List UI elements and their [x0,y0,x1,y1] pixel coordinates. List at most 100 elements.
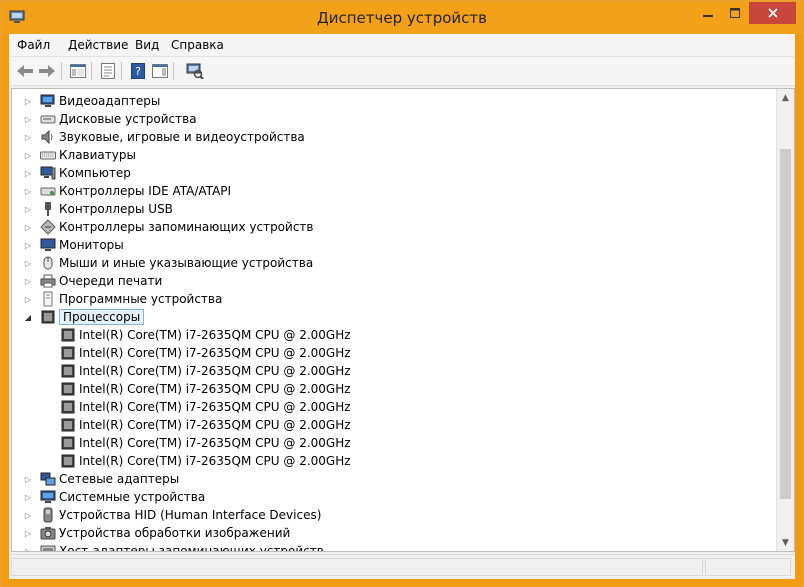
tree-item-display-adapters[interactable]: ▷ Видеоадаптеры [25,92,160,110]
expand-arrow-icon[interactable]: ▷ [24,187,32,196]
expand-arrow-icon[interactable]: ▷ [24,277,32,286]
properties-icon [101,63,115,79]
processor-item[interactable]: Intel(R) Core(TM) i7-2635QM CPU @ 2.00GH… [60,380,351,398]
processor-label: Intel(R) Core(TM) i7-2635QM CPU @ 2.00GH… [79,454,351,468]
menu-view[interactable]: Вид [135,38,159,52]
expand-arrow-icon[interactable]: ▷ [24,133,32,142]
scan-hardware-button[interactable] [185,62,205,80]
collapse-arrow-icon[interactable]: ◢ [24,313,32,322]
expand-arrow-icon[interactable]: ▷ [24,259,32,268]
usb-icon [40,201,56,217]
expand-arrow-icon[interactable]: ▷ [24,529,32,538]
expand-arrow-icon[interactable]: ▷ [24,169,32,178]
toolbar-separator [91,62,92,80]
tree-item-imaging-devices[interactable]: ▷ Устройства обработки изображений [25,524,291,542]
properties-button[interactable] [98,62,118,80]
expand-arrow-icon[interactable]: ▷ [24,295,32,304]
device-tree[interactable]: ▷ Видеоадаптеры ▷ Дисковые устройства ▷ … [11,88,795,552]
tree-item-sound-devices[interactable]: ▷ Звуковые, игровые и видеоустройства [25,128,305,146]
tree-item-hid[interactable]: ▷ Устройства HID (Human Interface Device… [25,506,321,524]
processor-label: Intel(R) Core(TM) i7-2635QM CPU @ 2.00GH… [79,418,351,432]
maximize-button[interactable] [722,2,748,24]
processor-icon [60,417,76,433]
tree-item-disk-drives[interactable]: ▷ Дисковые устройства [25,110,197,128]
client-area: Файл Действие Вид Справка ? ▷ Видеоадапт… [9,34,795,579]
back-button[interactable] [15,62,35,80]
tree-item-label: Звуковые, игровые и видеоустройства [59,130,305,144]
show-hide-console-tree-button[interactable] [68,62,88,80]
expand-arrow-icon[interactable]: ▷ [24,205,32,214]
close-icon [767,8,778,18]
speaker-icon [40,129,56,145]
processor-label: Intel(R) Core(TM) i7-2635QM CPU @ 2.00GH… [79,382,351,396]
status-bar [9,554,795,579]
action-pane-button[interactable] [150,62,170,80]
forward-button[interactable] [37,62,57,80]
menu-help[interactable]: Справка [171,38,224,52]
processor-item[interactable]: Intel(R) Core(TM) i7-2635QM CPU @ 2.00GH… [60,398,351,416]
hid-icon [40,507,56,523]
tree-item-computer[interactable]: ▷ Компьютер [25,164,131,182]
tree-item-label: Устройства обработки изображений [59,526,291,540]
expand-arrow-icon[interactable]: ▷ [24,223,32,232]
tree-item-storage-controllers[interactable]: ▷ Контроллеры запоминающих устройств [25,218,313,236]
monitor-icon [40,237,56,253]
tree-item-ide-controllers[interactable]: ▷ Контроллеры IDE ATA/ATAPI [25,182,231,200]
processor-item[interactable]: Intel(R) Core(TM) i7-2635QM CPU @ 2.00GH… [60,344,351,362]
scroll-down-icon[interactable]: ▼ [777,534,794,551]
processor-icon [60,453,76,469]
expand-arrow-icon[interactable]: ▷ [24,241,32,250]
computer-icon [40,165,56,181]
tree-item-print-queues[interactable]: ▷ Очереди печати [25,272,162,290]
processor-icon [60,363,76,379]
processor-label: Intel(R) Core(TM) i7-2635QM CPU @ 2.00GH… [79,436,351,450]
network-adapter-icon [40,471,56,487]
tree-item-software-devices[interactable]: ▷ Программные устройства [25,290,222,308]
title-bar[interactable]: Диспетчер устройств [1,1,803,34]
tree-item-mice[interactable]: ▷ Мыши и иные указывающие устройства [25,254,314,272]
expand-arrow-icon[interactable]: ▷ [24,547,32,552]
processor-item[interactable]: Intel(R) Core(TM) i7-2635QM CPU @ 2.00GH… [60,362,351,380]
vertical-scrollbar[interactable]: ▲ ▼ [776,89,794,551]
menu-action[interactable]: Действие [68,38,128,52]
processor-item[interactable]: Intel(R) Core(TM) i7-2635QM CPU @ 2.00GH… [60,452,351,470]
expand-arrow-icon[interactable]: ▷ [24,151,32,160]
expand-arrow-icon[interactable]: ▷ [24,475,32,484]
action-pane-icon [152,64,168,78]
processor-item[interactable]: Intel(R) Core(TM) i7-2635QM CPU @ 2.00GH… [60,434,351,452]
minimize-button[interactable] [695,2,721,24]
processor-item[interactable]: Intel(R) Core(TM) i7-2635QM CPU @ 2.00GH… [60,416,351,434]
svg-text:?: ? [135,65,141,78]
scroll-up-icon[interactable]: ▲ [777,89,794,106]
tree-item-storage-host-adapters[interactable]: ▷ Хост-адаптеры запоминающих устройств [25,542,324,551]
toolbar-separator [61,62,62,80]
processor-icon [40,309,56,325]
processor-item[interactable]: Intel(R) Core(TM) i7-2635QM CPU @ 2.00GH… [60,326,351,344]
tree-item-network-adapters[interactable]: ▷ Сетевые адаптеры [25,470,180,488]
tree-item-usb-controllers[interactable]: ▷ Контроллеры USB [25,200,173,218]
tree-item-label: Сетевые адаптеры [59,472,180,486]
tree-item-monitors[interactable]: ▷ Мониторы [25,236,124,254]
tree-item-processors[interactable]: ◢ Процессоры [25,308,145,326]
status-bar-pane [11,558,703,576]
printer-icon [40,273,56,289]
expand-arrow-icon[interactable]: ▷ [24,97,32,106]
expand-arrow-icon[interactable]: ▷ [24,511,32,520]
keyboard-icon [40,147,56,163]
help-button[interactable]: ? [128,62,148,80]
display-adapter-icon [40,93,56,109]
scan-hardware-icon [186,63,204,79]
expand-arrow-icon[interactable]: ▷ [24,115,32,124]
menu-file[interactable]: Файл [17,38,50,52]
close-button[interactable] [749,2,796,24]
maximize-icon [730,8,740,18]
processor-icon [60,435,76,451]
tree-item-label: Мыши и иные указывающие устройства [59,256,314,270]
ide-controller-icon [40,183,56,199]
tree-item-keyboards[interactable]: ▷ Клавиатуры [25,146,136,164]
tree-item-system-devices[interactable]: ▷ Системные устройства [25,488,205,506]
processor-label: Intel(R) Core(TM) i7-2635QM CPU @ 2.00GH… [79,328,351,342]
scrollbar-thumb[interactable] [780,149,791,499]
expand-arrow-icon[interactable]: ▷ [24,493,32,502]
processor-label: Intel(R) Core(TM) i7-2635QM CPU @ 2.00GH… [79,364,351,378]
